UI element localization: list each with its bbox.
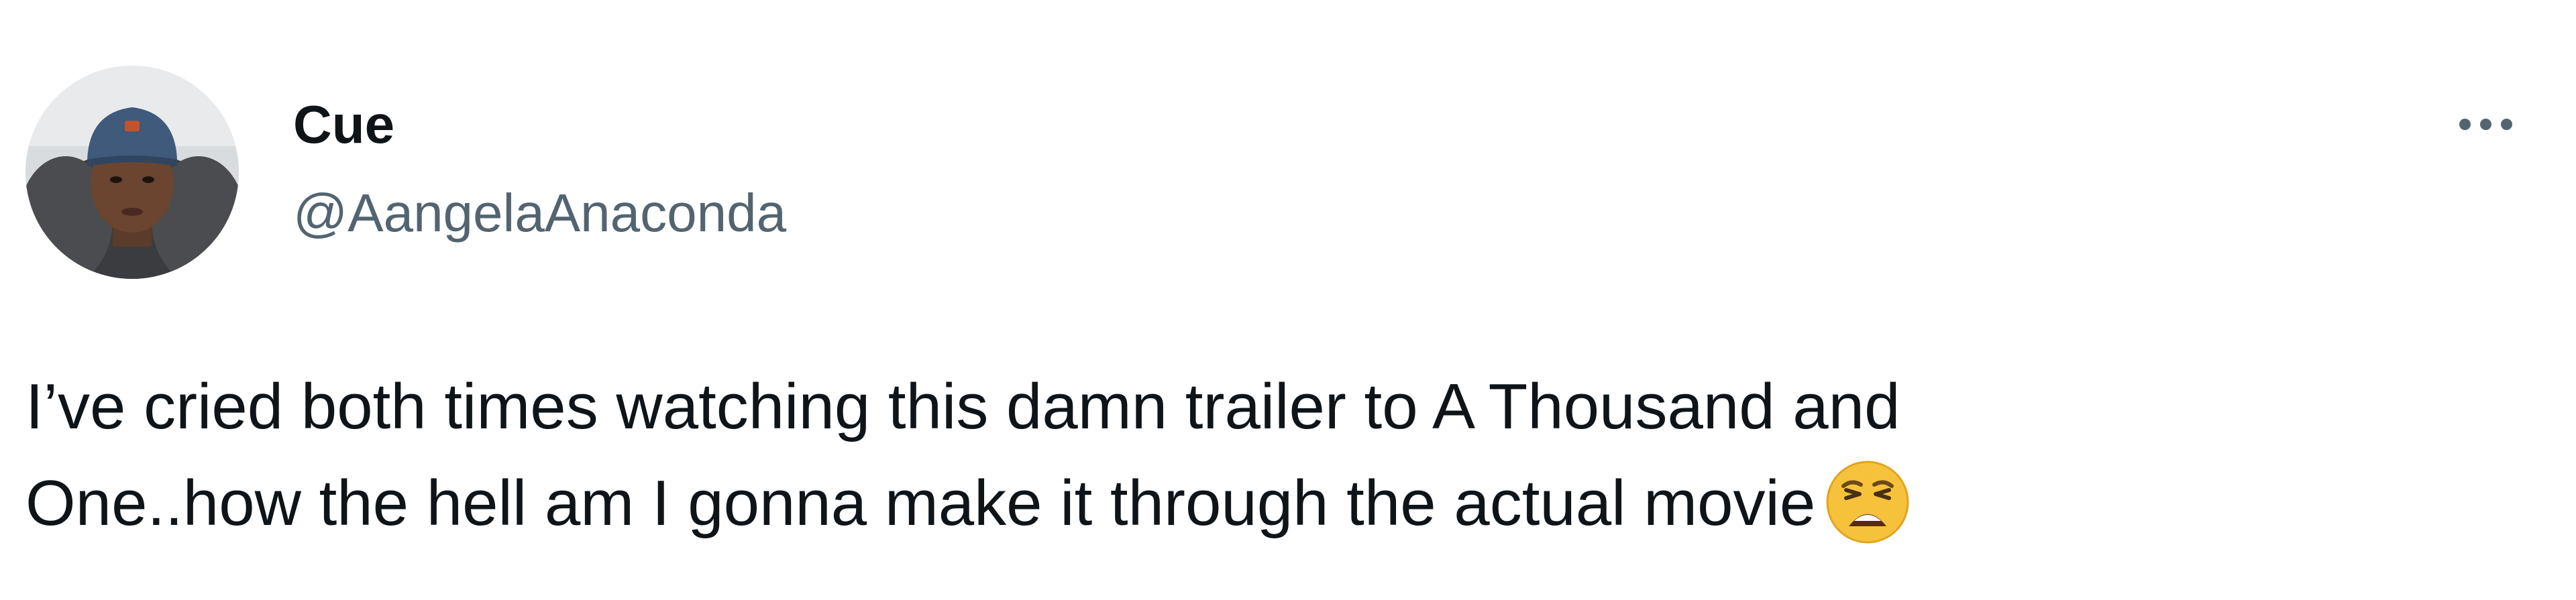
more-options-button[interactable]: [2449, 101, 2522, 147]
user-handle[interactable]: @AangelaAnaconda: [293, 181, 786, 245]
display-name[interactable]: Cue: [293, 93, 394, 157]
more-options-icon: [2479, 118, 2491, 130]
more-options-icon: [2459, 118, 2471, 130]
profile-photo-icon: [25, 66, 239, 279]
avatar[interactable]: [25, 66, 239, 279]
weary-face-icon: [1826, 461, 1909, 544]
tweet-text: I’ve cried both times watching this damn…: [25, 359, 2508, 552]
more-options-icon: [2500, 118, 2512, 130]
tweet-card: Cue @AangelaAnaconda I’ve cried both tim…: [0, 0, 2576, 600]
tweet-text-line-2: One..how the hell am I gonna make it thr…: [25, 455, 2508, 552]
tweet-text-line: I’ve cried both times watching this damn…: [25, 371, 1900, 442]
tweet-text-line: One..how the hell am I gonna make it thr…: [25, 467, 1816, 539]
